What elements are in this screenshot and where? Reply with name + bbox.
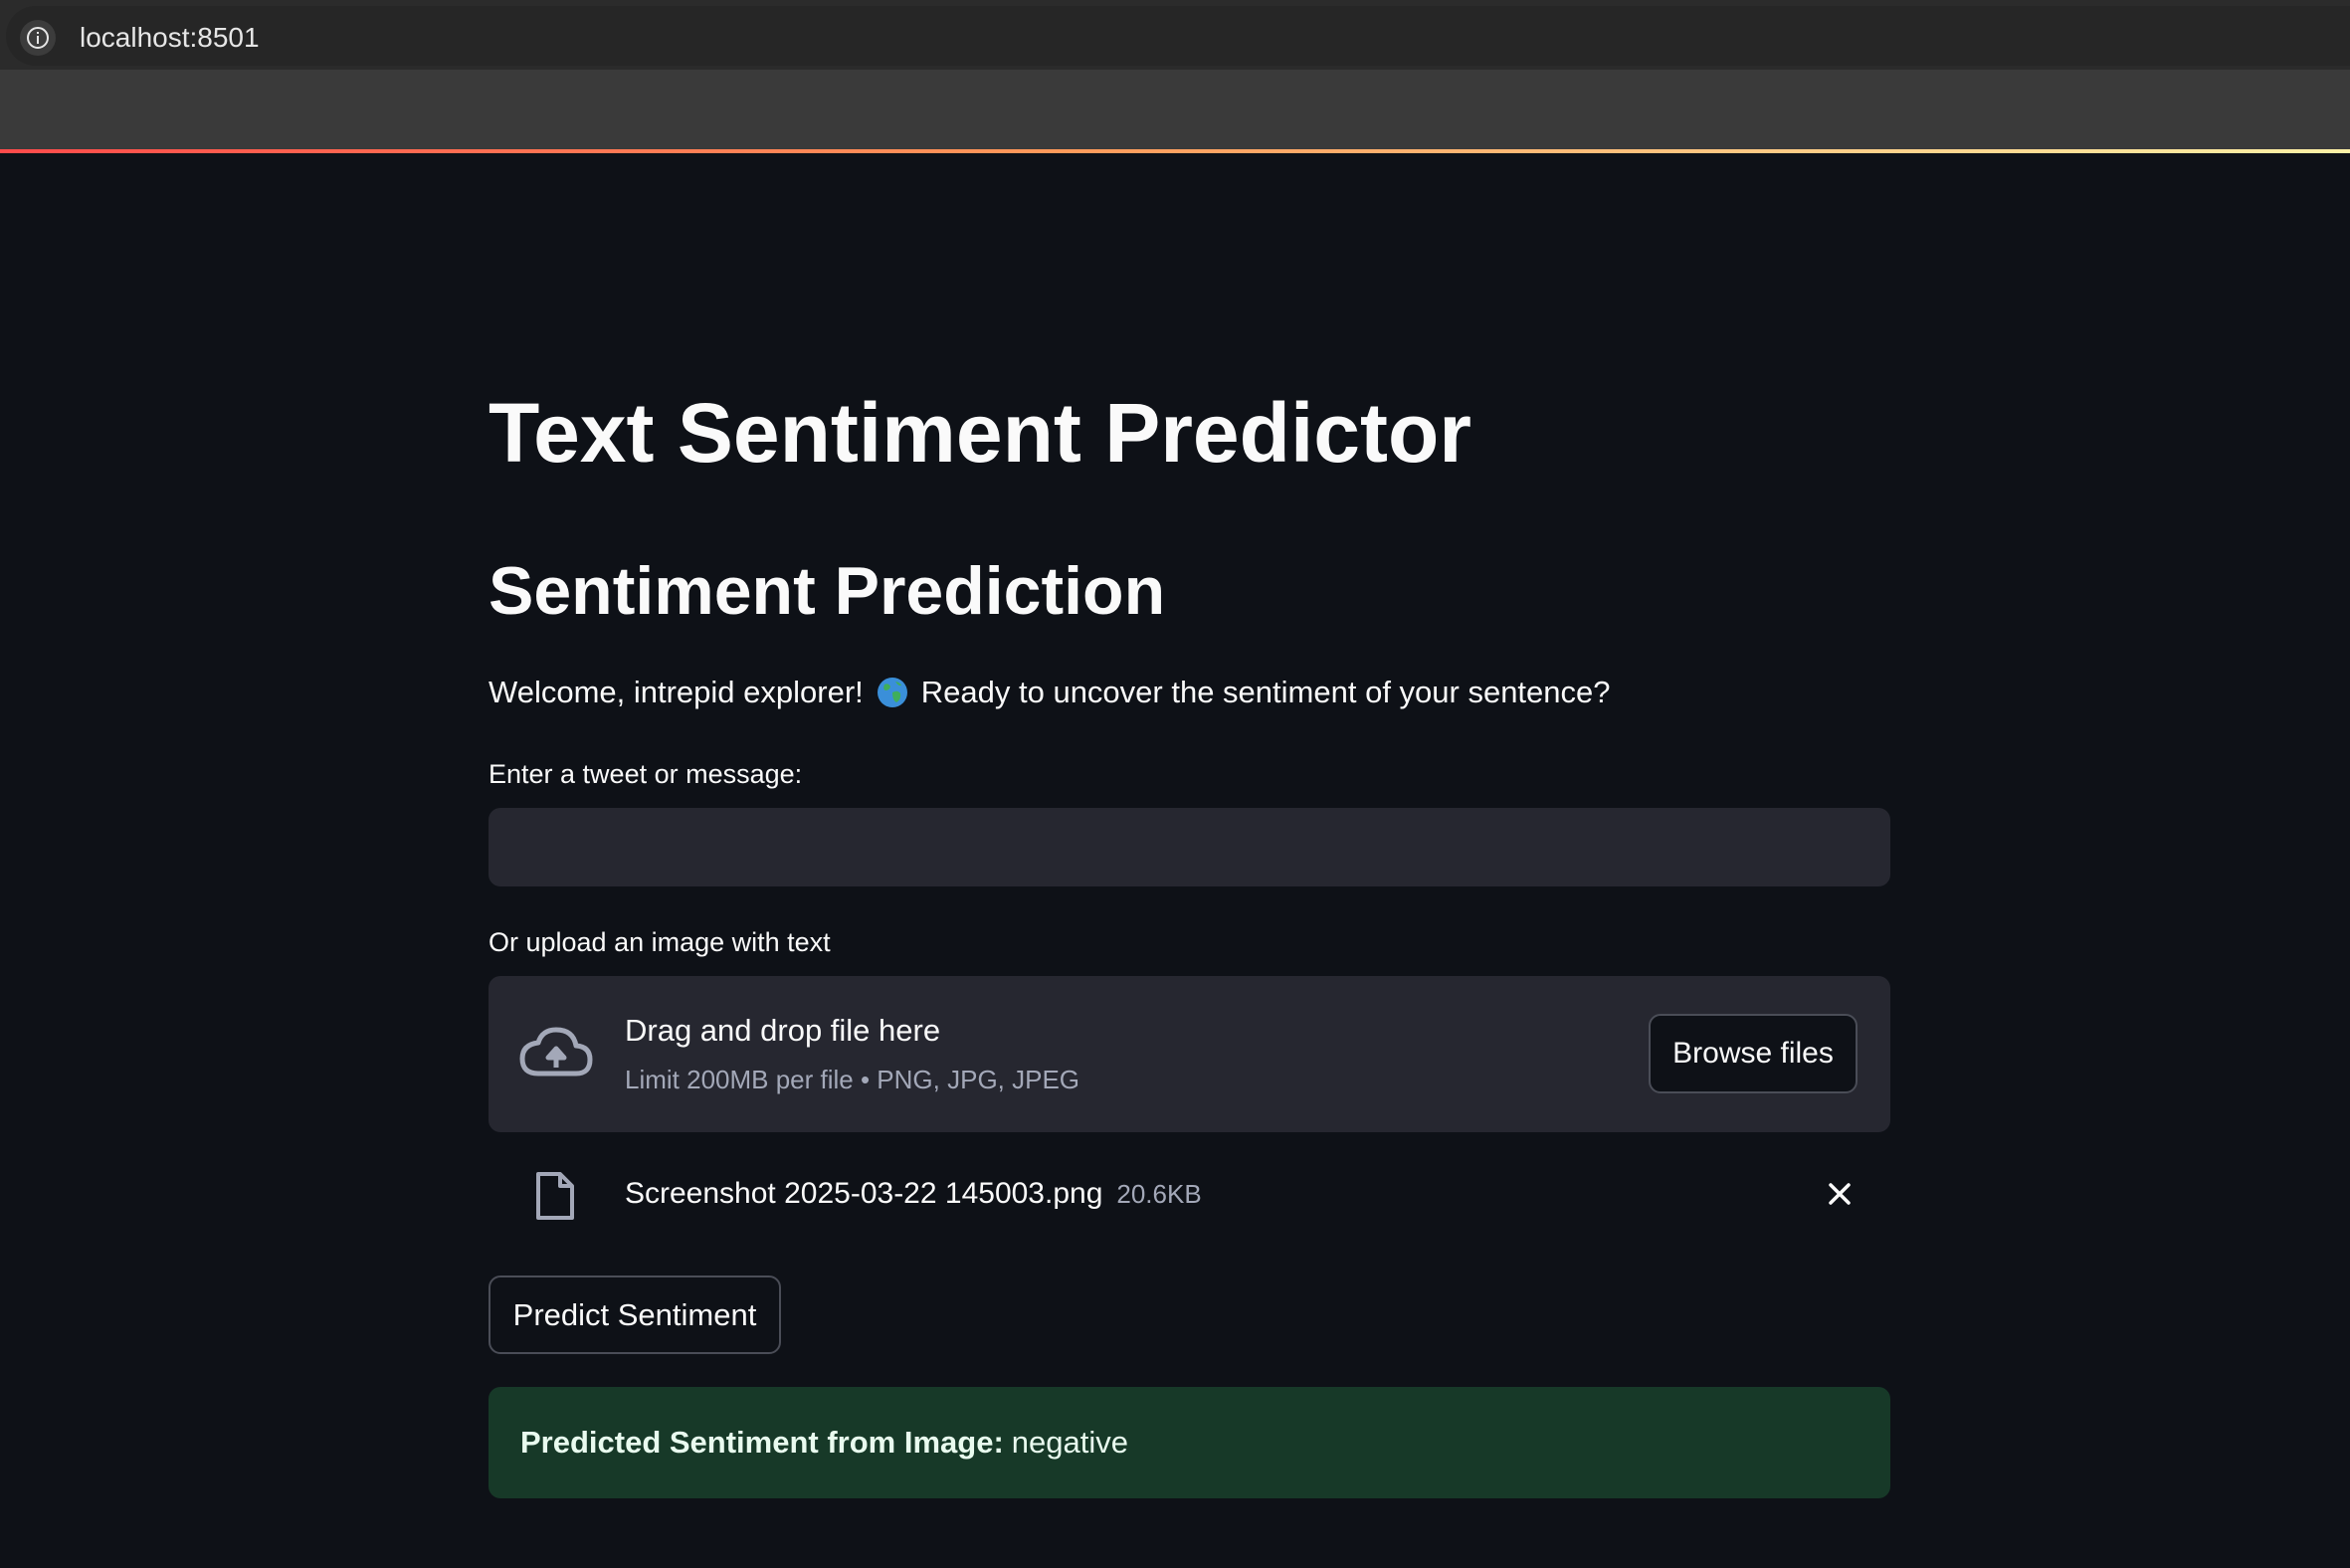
uploaded-file-row: Screenshot 2025-03-22 145003.png 20.6KB <box>489 1154 1890 1234</box>
uploaded-file-name: Screenshot 2025-03-22 145003.png 20.6KB <box>625 1174 1202 1214</box>
browser-toolbar <box>0 70 2350 151</box>
file-size: 20.6KB <box>1116 1179 1202 1209</box>
browse-files-button[interactable]: Browse files <box>1649 1014 1858 1093</box>
globe-icon <box>876 676 909 709</box>
url-field[interactable]: localhost:8501 <box>6 6 2350 66</box>
dropzone-instructions: Drag and drop file here <box>625 1013 941 1048</box>
predict-sentiment-button[interactable]: Predict Sentiment <box>489 1275 781 1354</box>
browser-address-bar: localhost:8501 <box>0 0 2350 70</box>
section-title: Sentiment Prediction <box>489 553 1166 629</box>
welcome-text-end: Ready to uncover the sentiment of your s… <box>920 675 1611 709</box>
site-info-icon[interactable] <box>20 20 56 56</box>
page-title: Text Sentiment Predictor <box>489 386 1471 480</box>
file-name-text: Screenshot 2025-03-22 145003.png <box>625 1177 1103 1210</box>
file-dropzone[interactable]: Drag and drop file here Limit 200MB per … <box>489 976 1890 1132</box>
file-icon <box>536 1172 574 1220</box>
welcome-message: Welcome, intrepid explorer! Ready to unc… <box>489 673 1611 712</box>
prediction-result-alert: Predicted Sentiment from Image: negative <box>489 1387 1890 1498</box>
app-header-decoration <box>0 149 2350 153</box>
result-value: negative <box>1011 1425 1128 1460</box>
welcome-text-start: Welcome, intrepid explorer! <box>489 675 864 709</box>
url-text: localhost:8501 <box>80 22 260 53</box>
dropzone-limit-text: Limit 200MB per file • PNG, JPG, JPEG <box>625 1065 1080 1094</box>
text-input-label: Enter a tweet or message: <box>489 759 803 789</box>
tweet-input[interactable] <box>489 808 1890 886</box>
cloud-upload-icon <box>519 1027 593 1077</box>
uploader-label: Or upload an image with text <box>489 927 831 957</box>
result-label: Predicted Sentiment from Image: <box>520 1425 1004 1460</box>
close-icon[interactable] <box>1822 1176 1858 1212</box>
